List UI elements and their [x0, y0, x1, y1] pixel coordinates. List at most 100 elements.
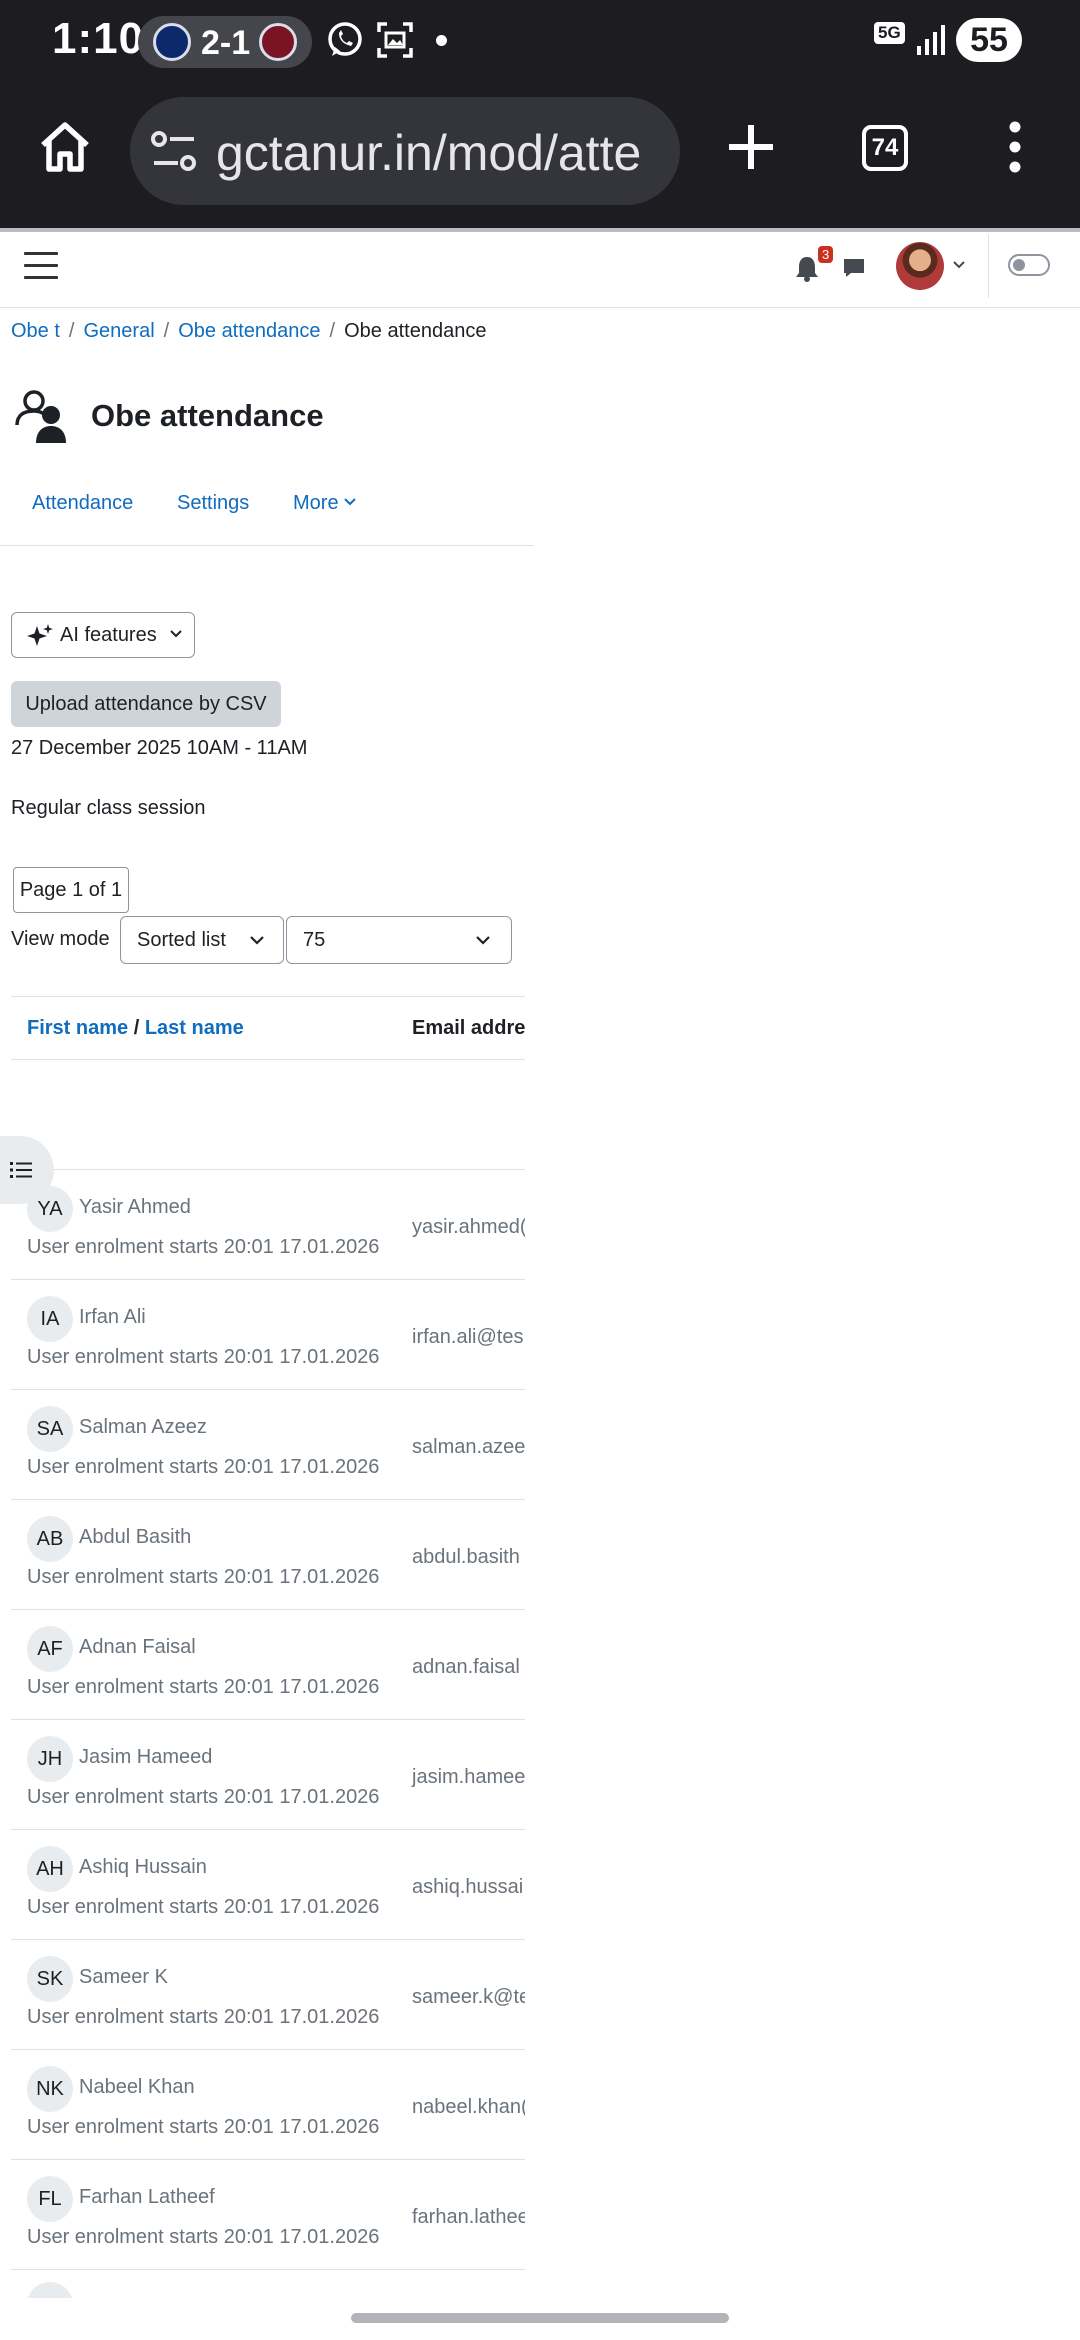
chevron-down-icon[interactable]	[344, 498, 356, 506]
session-description: Regular class session	[11, 797, 206, 819]
team-crest-icon	[153, 23, 191, 61]
site-navbar: 3	[0, 232, 1080, 308]
view-mode-value: Sorted list	[137, 929, 226, 951]
column-name: First name / Last name	[27, 1017, 244, 1040]
tab-attendance[interactable]: Attendance	[32, 492, 133, 515]
menu-icon[interactable]	[24, 252, 58, 286]
sort-last-name-link[interactable]: Last name	[145, 1017, 244, 1039]
ai-features-label: AI features	[60, 624, 157, 646]
network-type: 5G	[874, 22, 905, 44]
notifications-bell-icon[interactable]	[794, 254, 820, 282]
site-settings-icon[interactable]	[150, 127, 200, 175]
user-initials-avatar	[27, 2282, 73, 2298]
table-row: NK Nabeel Khan User enrolment starts 20:…	[11, 2050, 525, 2160]
enrolment-status: User enrolment starts 20:01 17.01.2026	[27, 1236, 380, 1258]
student-email: ashiq.hussai	[412, 1876, 524, 1898]
table-row: FL Farhan Latheef User enrolment starts …	[11, 2160, 525, 2270]
messages-icon[interactable]	[842, 256, 866, 280]
gesture-home-indicator[interactable]	[351, 2313, 729, 2323]
screenshot-icon	[377, 22, 413, 58]
sort-first-name-link[interactable]: First name	[27, 1017, 128, 1039]
enrolment-status: User enrolment starts 20:01 17.01.2026	[27, 2006, 380, 2028]
user-initials-avatar[interactable]: SK	[27, 1956, 73, 2002]
user-initials-avatar[interactable]: AB	[27, 1516, 73, 1562]
student-name[interactable]: Yasir Ahmed	[79, 1196, 191, 1219]
live-score-chip: 2-1	[138, 16, 312, 68]
user-initials-avatar[interactable]: JH	[27, 1736, 73, 1782]
tab-switcher-button[interactable]: 74	[862, 125, 908, 171]
session-date: 27 December 2025 10AM - 11AM	[11, 737, 308, 759]
user-initials-avatar[interactable]: AF	[27, 1626, 73, 1672]
per-page-value: 75	[303, 929, 326, 951]
per-page-select[interactable]: 75	[286, 916, 512, 964]
tab-more[interactable]: More	[293, 492, 339, 515]
url-text: gctanur.in/mod/atte	[216, 125, 642, 181]
student-name[interactable]: Nabeel Khan	[79, 2076, 195, 2099]
notification-count-badge: 3	[818, 246, 834, 263]
table-row: AF Adnan Faisal User enrolment starts 20…	[11, 1610, 525, 1720]
enrolment-status: User enrolment starts 20:01 17.01.2026	[27, 1566, 380, 1588]
enrolment-status: User enrolment starts 20:01 17.01.2026	[27, 1896, 380, 1918]
ai-features-button[interactable]: AI features	[11, 612, 195, 658]
enrolment-status: User enrolment starts 20:01 17.01.2026	[27, 1456, 380, 1478]
list-icon	[10, 1162, 32, 1178]
edit-mode-toggle[interactable]	[1008, 254, 1050, 276]
enrolment-status: User enrolment starts 20:01 17.01.2026	[27, 2116, 380, 2138]
secondary-navigation: Attendance Settings More	[0, 476, 534, 546]
student-name[interactable]: Salman Azeez	[79, 1416, 207, 1439]
status-time: 1:10	[52, 14, 145, 63]
user-initials-avatar[interactable]: IA	[27, 1296, 73, 1342]
table-row: SK Sameer K User enrolment starts 20:01 …	[11, 1940, 525, 2050]
new-tab-icon[interactable]	[716, 112, 786, 182]
user-initials-avatar[interactable]: AH	[27, 1846, 73, 1892]
student-name[interactable]: Abdul Basith	[79, 1526, 191, 1549]
student-email: salman.azee	[412, 1436, 525, 1458]
chevron-down-icon[interactable]	[952, 260, 966, 270]
student-name[interactable]: Jasim Hameed	[79, 1746, 212, 1769]
breadcrumb-section[interactable]: General	[83, 320, 154, 342]
breadcrumb-course[interactable]: Obe t	[11, 320, 60, 342]
student-email: abdul.basith	[412, 1546, 520, 1568]
home-icon[interactable]	[30, 112, 100, 182]
table-header: First name / Last name Email address	[11, 996, 525, 1060]
student-name[interactable]: Farhan Latheef	[79, 2186, 215, 2209]
user-initials-avatar[interactable]: SA	[27, 1406, 73, 1452]
attendance-table: First name / Last name Email address YA …	[11, 996, 525, 2298]
live-score: 2-1	[201, 24, 251, 62]
enrolment-status: User enrolment starts 20:01 17.01.2026	[27, 1676, 380, 1698]
whatsapp-icon	[328, 22, 362, 56]
upload-csv-button[interactable]: Upload attendance by CSV	[11, 681, 281, 727]
tab-settings[interactable]: Settings	[177, 492, 249, 515]
table-filter-row	[11, 1060, 525, 1170]
student-name[interactable]: Ashiq Hussain	[79, 1856, 207, 1879]
chevron-down-icon	[170, 630, 182, 638]
notification-dot	[436, 35, 447, 46]
student-email: sameer.k@te	[412, 1986, 525, 2008]
user-initials-avatar[interactable]: NK	[27, 2066, 73, 2112]
student-name[interactable]: Irfan Ali	[79, 1306, 146, 1329]
header-separator: /	[128, 1017, 145, 1039]
table-row	[11, 2270, 525, 2298]
battery-level: 55	[956, 18, 1022, 62]
browser-menu-icon[interactable]	[980, 112, 1050, 182]
browser-toolbar: gctanur.in/mod/atte 74	[0, 82, 1080, 228]
chevron-down-icon	[250, 936, 264, 945]
student-email: yasir.ahmed(	[412, 1216, 525, 1238]
student-name[interactable]: Adnan Faisal	[79, 1636, 196, 1659]
enrolment-status: User enrolment starts 20:01 17.01.2026	[27, 1786, 380, 1808]
address-bar[interactable]: gctanur.in/mod/atte	[130, 97, 680, 205]
view-mode-select[interactable]: Sorted list	[120, 916, 284, 964]
user-avatar[interactable]	[896, 242, 944, 290]
team-crest-icon	[259, 23, 297, 61]
student-email: adnan.faisal	[412, 1656, 520, 1678]
student-name[interactable]: Sameer K	[79, 1966, 168, 1989]
student-email: farhan.lathee	[412, 2206, 525, 2228]
view-mode-label: View mode	[11, 928, 110, 950]
user-initials-avatar[interactable]: FL	[27, 2176, 73, 2222]
column-email: Email address	[412, 1017, 525, 1039]
breadcrumb-activity[interactable]: Obe attendance	[178, 320, 320, 342]
page-indicator[interactable]: Page 1 of 1	[13, 867, 129, 913]
table-row: AB Abdul Basith User enrolment starts 20…	[11, 1500, 525, 1610]
breadcrumb-current: Obe attendance	[344, 320, 487, 342]
status-bar: 1:10 2-1 5G 55	[0, 0, 1080, 82]
